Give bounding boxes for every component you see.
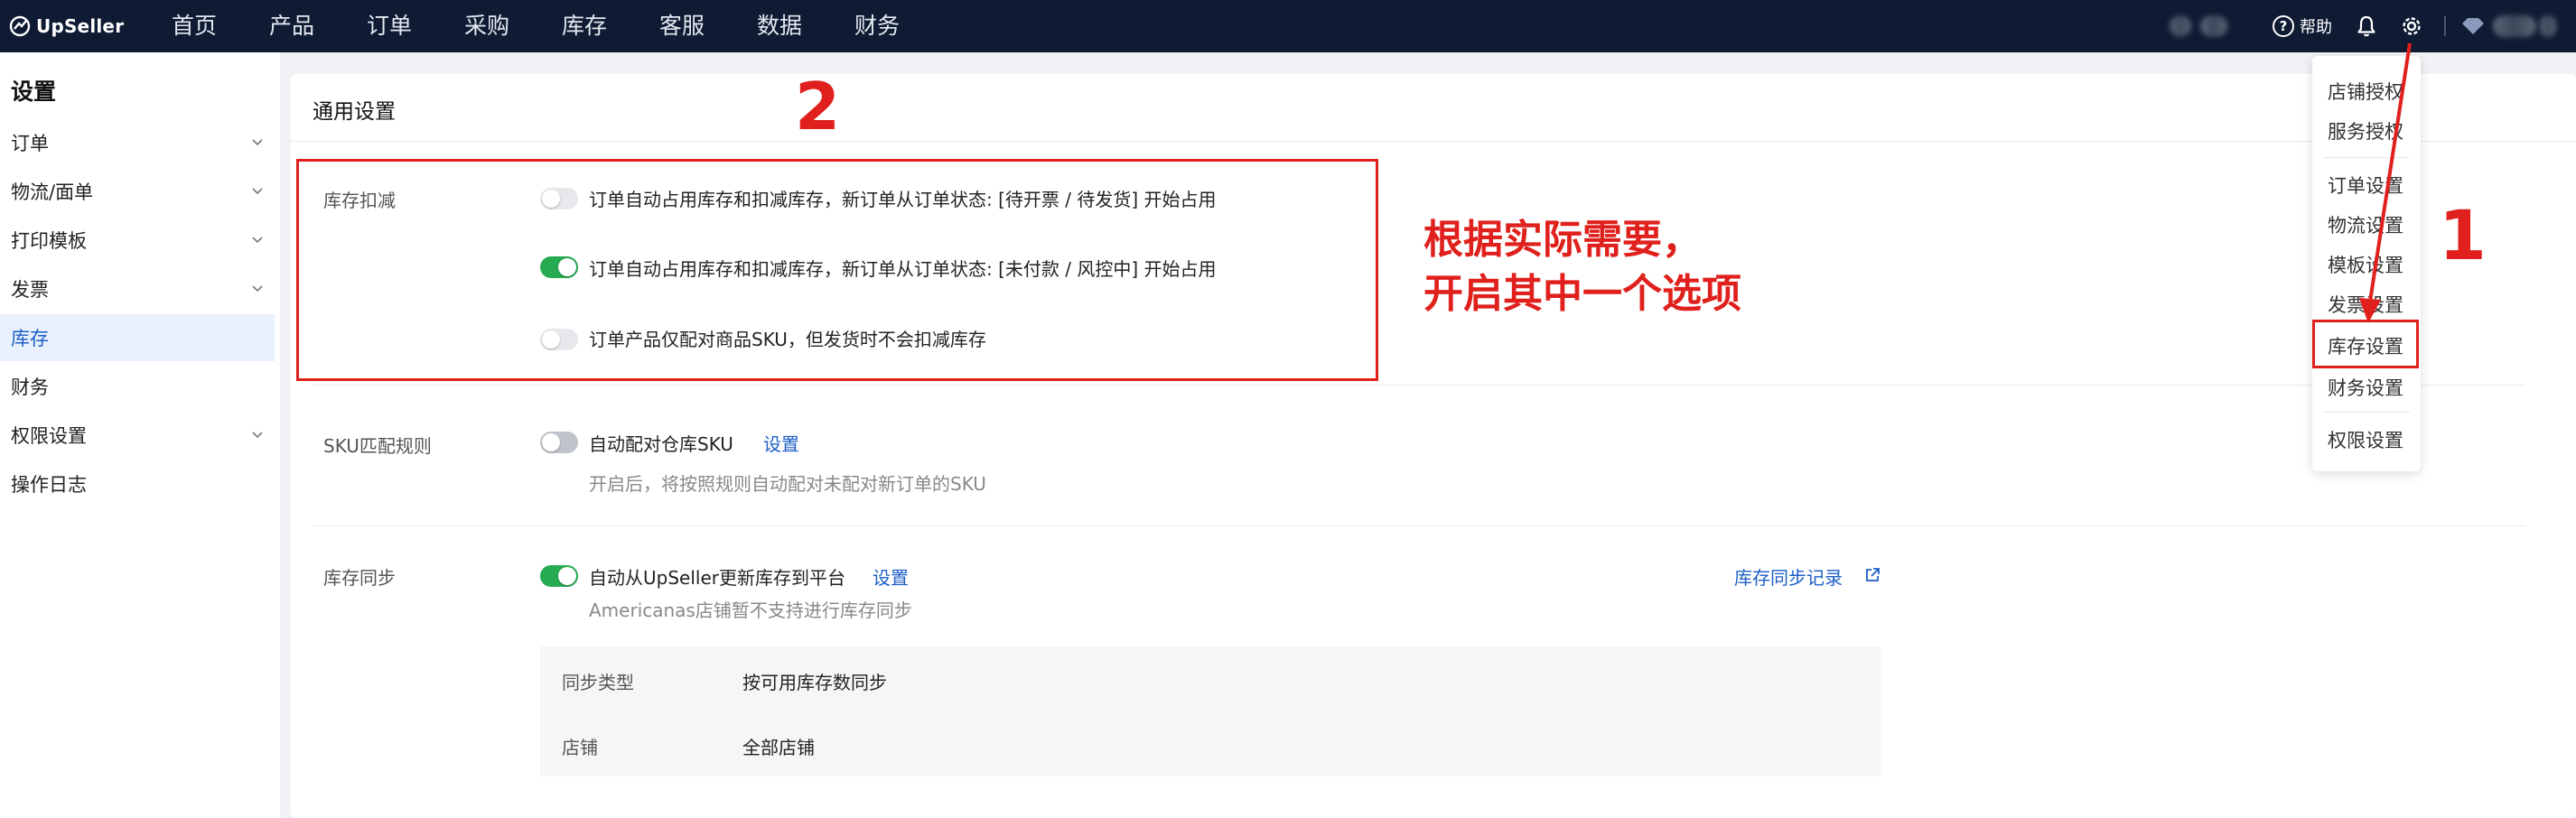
sidebar-item-orders[interactable]: 订单 <box>0 119 275 166</box>
chevron-down-icon <box>252 139 263 146</box>
blurred-user-menu[interactable] <box>2540 15 2556 37</box>
menu-item-logistics-settings[interactable]: 物流设置 <box>2328 211 2403 238</box>
annotation-step-2: 2 <box>795 69 841 144</box>
sync-type-key: 同步类型 <box>562 672 634 693</box>
menu-separator <box>2323 157 2410 158</box>
stock-sync-settings-link[interactable]: 设置 <box>873 563 909 590</box>
nav-orders[interactable]: 订单 <box>367 0 464 52</box>
sidebar-item-permissions[interactable]: 权限设置 <box>0 412 275 459</box>
stock-sync-record-link[interactable]: 库存同步记录 <box>1734 563 1843 590</box>
sidebar-item-inventory[interactable]: 库存 <box>0 314 275 361</box>
nav-customer-service[interactable]: 客服 <box>659 0 757 52</box>
top-navigation-bar: UpSeller 首页 产品 订单 采购 库存 客服 数据 财务 ? 帮助 <box>0 0 2576 52</box>
diamond-icon[interactable] <box>2460 16 2486 36</box>
nav-home[interactable]: 首页 <box>172 0 269 52</box>
sidebar-item-label: 财务 <box>11 376 49 398</box>
sidebar-item-label: 订单 <box>11 133 49 154</box>
sidebar-item-logistics[interactable]: 物流/面单 <box>0 168 275 215</box>
sku-rule-label: SKU匹配规则 <box>323 435 432 457</box>
sidebar-item-label: 发票 <box>11 279 49 301</box>
sync-type-value: 按可用库存数同步 <box>742 672 887 693</box>
sidebar-item-print-templates[interactable]: 打印模板 <box>0 217 275 264</box>
annotation-hint-line-2: 开启其中一个选项 <box>1423 271 1741 317</box>
sku-auto-match-text: 自动配对仓库SKU <box>589 433 733 455</box>
menu-item-service-auth[interactable]: 服务授权 <box>2328 117 2403 144</box>
stock-sync-label: 库存同步 <box>323 567 396 589</box>
page-title: 通用设置 <box>313 100 396 124</box>
annotation-box-deduction <box>296 159 1378 381</box>
annotation-hint: 根据实际需要， 开启其中一个选项 <box>1423 213 1741 321</box>
blurred-account-avatar[interactable] <box>2170 15 2191 37</box>
sync-store-key: 店铺 <box>562 737 598 758</box>
title-divider <box>291 141 2576 142</box>
logo-text: UpSeller <box>36 15 125 37</box>
sku-auto-match-toggle[interactable] <box>540 432 578 453</box>
nav-finance[interactable]: 财务 <box>854 0 952 52</box>
stock-sync-text: 自动从UpSeller更新库存到平台 <box>589 567 845 589</box>
menu-item-order-settings[interactable]: 订单设置 <box>2328 172 2403 199</box>
chevron-down-icon <box>252 188 263 195</box>
nav-data[interactable]: 数据 <box>757 0 854 52</box>
gear-icon[interactable] <box>2397 12 2426 41</box>
menu-item-template-settings[interactable]: 模板设置 <box>2328 251 2403 278</box>
bell-icon[interactable] <box>2354 14 2379 39</box>
sidebar-title: 设置 <box>11 79 57 105</box>
sidebar-item-label: 物流/面单 <box>11 181 94 203</box>
sku-rule-settings-link[interactable]: 设置 <box>763 430 799 456</box>
sidebar-item-finance[interactable]: 财务 <box>0 363 275 410</box>
nav-purchase[interactable]: 采购 <box>464 0 562 52</box>
topbar-separator <box>2444 16 2446 36</box>
annotation-box-inventory-settings <box>2312 320 2419 368</box>
chevron-down-icon <box>252 237 263 244</box>
menu-item-permission-settings[interactable]: 权限设置 <box>2328 426 2403 453</box>
external-link-icon[interactable] <box>1864 567 1881 583</box>
chevron-down-icon <box>252 285 263 293</box>
upseller-logo[interactable]: UpSeller <box>9 13 124 40</box>
nav-inventory[interactable]: 库存 <box>562 0 659 52</box>
menu-separator <box>2323 412 2410 413</box>
menu-item-store-auth[interactable]: 店铺授权 <box>2328 78 2403 105</box>
section-divider <box>313 525 2525 526</box>
sync-store-value: 全部店铺 <box>742 737 815 758</box>
annotation-hint-line-1: 根据实际需要， <box>1423 217 1702 263</box>
stock-sync-description: Americanas店铺暂不支持进行库存同步 <box>589 600 912 621</box>
menu-item-finance-settings[interactable]: 财务设置 <box>2328 374 2403 401</box>
nav-products[interactable]: 产品 <box>269 0 367 52</box>
sku-rule-description: 开启后，将按照规则自动配对未配对新订单的SKU <box>589 473 986 495</box>
stock-sync-details <box>540 646 1881 776</box>
sidebar-item-label: 操作日志 <box>11 474 87 496</box>
blurred-username[interactable] <box>2493 15 2536 37</box>
sidebar-item-operation-log[interactable]: 操作日志 <box>0 460 275 507</box>
annotation-step-1: 1 <box>2439 195 2487 275</box>
sidebar-item-label: 打印模板 <box>11 230 87 252</box>
sidebar-item-label: 权限设置 <box>11 425 87 447</box>
logo-icon <box>9 15 31 37</box>
chevron-down-icon <box>252 432 263 439</box>
blurred-account-info[interactable] <box>2200 15 2227 37</box>
main-nav: 首页 产品 订单 采购 库存 客服 数据 财务 <box>172 0 952 52</box>
section-divider <box>313 385 2525 386</box>
help-label: 帮助 <box>2300 18 2332 37</box>
help-link[interactable]: ? 帮助 <box>2273 13 2332 40</box>
stock-sync-toggle[interactable] <box>540 565 578 587</box>
sidebar-item-invoice[interactable]: 发票 <box>0 265 275 312</box>
sidebar-item-label: 库存 <box>11 328 49 349</box>
menu-item-invoice-settings[interactable]: 发票设置 <box>2328 291 2403 318</box>
help-circle-icon: ? <box>2273 15 2294 37</box>
